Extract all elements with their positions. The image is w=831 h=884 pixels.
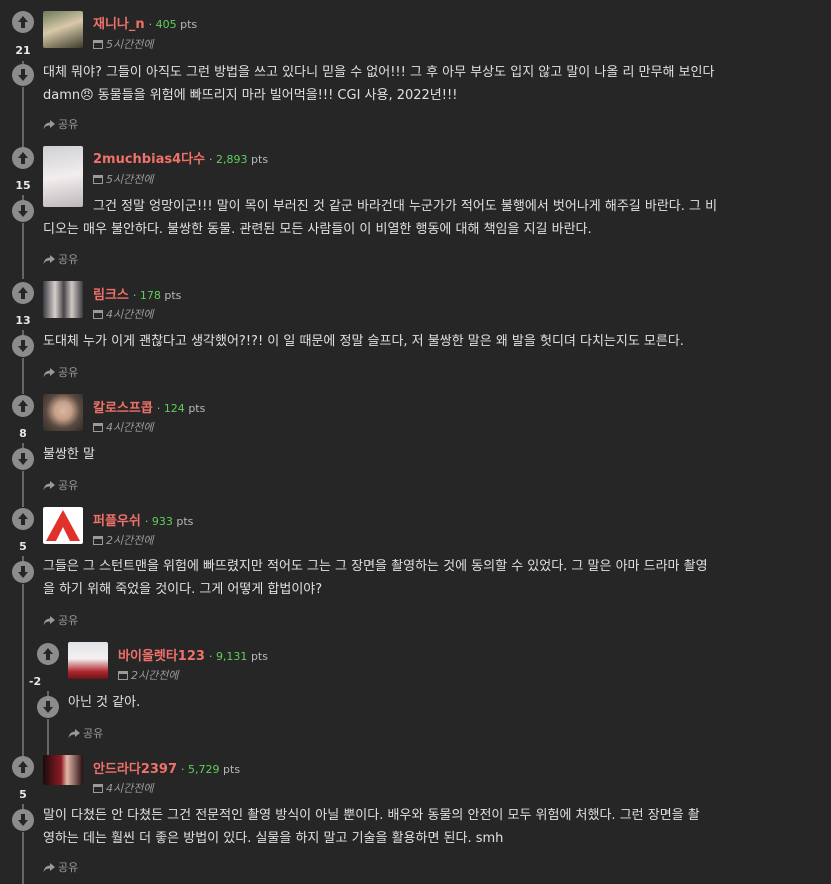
arrow-up-icon xyxy=(18,287,28,299)
share-link[interactable]: 공유 xyxy=(43,364,78,380)
timestamp: 4시간전에 xyxy=(93,419,153,435)
downvote-button[interactable] xyxy=(12,64,34,86)
calendar-icon xyxy=(118,671,128,680)
downvote-button[interactable] xyxy=(12,561,34,583)
thread-line xyxy=(22,832,24,884)
timestamp: 4시간전에 xyxy=(93,306,153,322)
arrow-down-icon xyxy=(18,814,28,826)
share-icon xyxy=(68,729,80,739)
avatar[interactable] xyxy=(43,146,83,207)
arrow-down-icon xyxy=(43,701,53,713)
upvote-button[interactable] xyxy=(12,11,34,33)
comment-text: 불쌍한 말 xyxy=(43,447,95,462)
share-link[interactable]: 공유 xyxy=(43,477,78,493)
arrow-up-icon xyxy=(18,761,28,773)
avatar[interactable] xyxy=(43,281,83,318)
vote-score: 15 xyxy=(15,179,31,192)
arrow-up-icon xyxy=(18,152,28,164)
downvote-button[interactable] xyxy=(12,448,34,470)
share-link[interactable]: 공유 xyxy=(68,725,103,741)
comment-text: 디오는 매우 불안하다. 불쌍한 동물. 관련된 모든 사람들이 이 비열한 행… xyxy=(43,222,592,237)
username-link[interactable]: 재니나_n · 405 pts xyxy=(93,13,197,32)
share-icon xyxy=(43,255,55,265)
thread-line xyxy=(47,719,49,755)
vote-score: 8 xyxy=(19,427,27,440)
share-link[interactable]: 공유 xyxy=(43,116,78,132)
user-points: · 178 pts xyxy=(132,289,182,302)
username-link[interactable]: 림크스 · 178 pts xyxy=(93,284,181,303)
upvote-button[interactable] xyxy=(12,395,34,417)
thread-line xyxy=(22,358,24,394)
vote-score: 5 xyxy=(19,788,27,801)
username-link[interactable]: 퍼플우쉬 · 933 pts xyxy=(93,510,193,529)
share-icon xyxy=(43,368,55,378)
thread-line xyxy=(22,584,24,764)
downvote-button[interactable] xyxy=(12,809,34,831)
comment-text: 말이 다쳤든 안 다쳤든 그건 전문적인 촬영 방식이 아닐 뿐이다. 배우와 … xyxy=(43,808,700,846)
avatar[interactable] xyxy=(43,11,83,48)
arrow-up-icon xyxy=(18,513,28,525)
calendar-icon xyxy=(93,423,103,432)
calendar-icon xyxy=(93,175,103,184)
upvote-button[interactable] xyxy=(37,643,59,665)
user-points: · 405 pts xyxy=(148,18,198,31)
user-points: · 5,729 pts xyxy=(181,763,241,776)
upvote-button[interactable] xyxy=(12,756,34,778)
user-points: · 933 pts xyxy=(144,515,194,528)
user-points: · 9,131 pts xyxy=(208,650,268,663)
user-points: · 124 pts xyxy=(156,402,206,415)
downvote-button[interactable] xyxy=(12,200,34,222)
share-icon xyxy=(43,481,55,491)
timestamp: 4시간전에 xyxy=(93,780,153,796)
arrow-down-icon xyxy=(18,205,28,217)
arrow-down-icon xyxy=(18,453,28,465)
arrow-up-icon xyxy=(18,16,28,28)
timestamp: 2시간전에 xyxy=(93,532,153,548)
calendar-icon xyxy=(93,40,103,49)
vote-score: 5 xyxy=(19,540,27,553)
user-points: · 2,893 pts xyxy=(209,153,269,166)
arrow-down-icon xyxy=(18,69,28,81)
arrow-up-icon xyxy=(18,400,28,412)
comment-text: 대체 뭐야? 그들이 아직도 그런 방법을 쓰고 있다니 믿을 수 없어!!! … xyxy=(43,65,715,103)
arrow-down-icon xyxy=(18,340,28,352)
vote-score: -2 xyxy=(28,675,42,688)
arrow-down-icon xyxy=(18,566,28,578)
username-link[interactable]: 바이올렛타123 · 9,131 pts xyxy=(118,645,268,664)
share-icon xyxy=(43,120,55,130)
comment-text: 그건 정말 엉망이군!!! 말이 목이 부러진 것 같군 바라건대 누군가가 적… xyxy=(93,199,718,214)
comment-text: 그들은 그 스턴트맨을 위험에 빠뜨렸지만 적어도 그는 그 장면을 촬영하는 … xyxy=(43,559,708,597)
calendar-icon xyxy=(93,784,103,793)
thread-line xyxy=(22,223,24,279)
comment-text: 아닌 것 같아. xyxy=(68,695,141,710)
username-link[interactable]: 2muchbias4다수 · 2,893 pts xyxy=(93,148,268,167)
calendar-icon xyxy=(93,536,103,545)
username-link[interactable]: 안드라다2397 · 5,729 pts xyxy=(93,758,240,777)
timestamp: 5시간전에 xyxy=(93,171,153,187)
comment-text: 도대체 누가 이게 괜찮다고 생각했어?!?! 이 일 때문에 정말 슬프다, … xyxy=(43,334,684,349)
timestamp: 2시간전에 xyxy=(118,667,178,683)
avatar[interactable] xyxy=(43,507,83,544)
upvote-button[interactable] xyxy=(12,282,34,304)
vote-score: 13 xyxy=(15,314,31,327)
thread-line xyxy=(22,471,24,507)
downvote-button[interactable] xyxy=(12,335,34,357)
avatar[interactable] xyxy=(43,394,83,431)
avatar[interactable] xyxy=(43,755,83,785)
calendar-icon xyxy=(93,310,103,319)
thread-line xyxy=(22,87,24,151)
upvote-button[interactable] xyxy=(12,147,34,169)
share-link[interactable]: 공유 xyxy=(43,251,78,267)
timestamp: 5시간전에 xyxy=(93,36,153,52)
logo-icon xyxy=(46,510,80,541)
share-link[interactable]: 공유 xyxy=(43,612,78,628)
upvote-button[interactable] xyxy=(12,508,34,530)
share-icon xyxy=(43,616,55,626)
username-link[interactable]: 칼로스프콥 · 124 pts xyxy=(93,397,205,416)
vote-score: 21 xyxy=(15,44,31,57)
downvote-button[interactable] xyxy=(37,696,59,718)
share-link[interactable]: 공유 xyxy=(43,859,78,875)
arrow-up-icon xyxy=(43,648,53,660)
avatar[interactable] xyxy=(68,642,108,679)
